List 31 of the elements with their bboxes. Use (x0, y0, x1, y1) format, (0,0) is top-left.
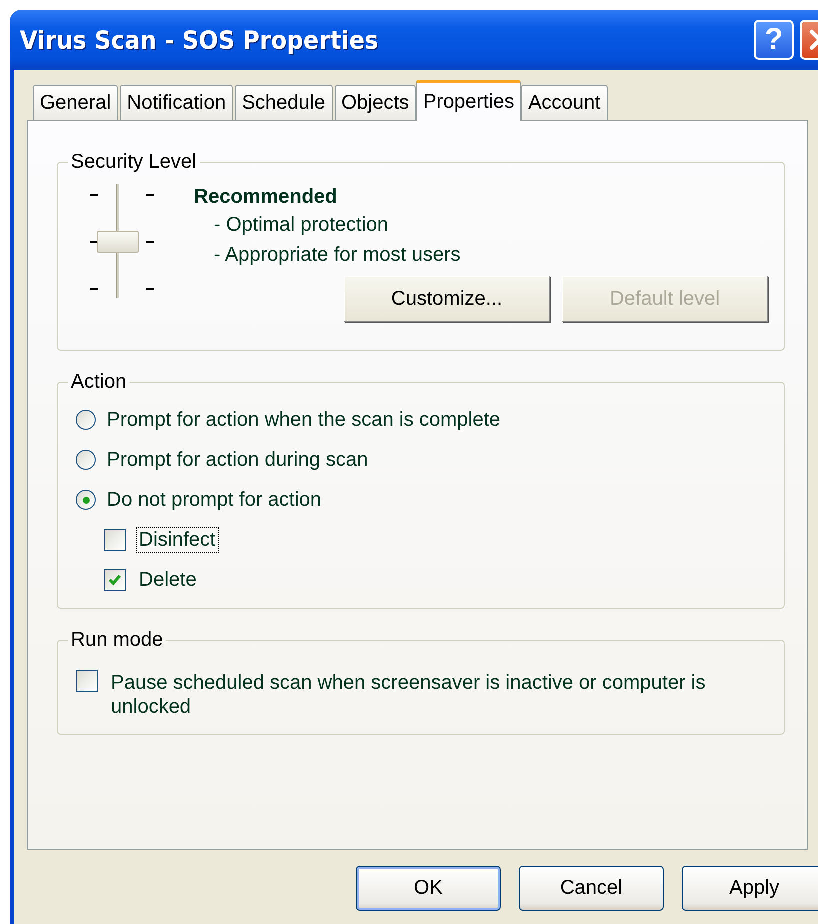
tab[interactable]: Notification (120, 85, 234, 120)
checkbox-label[interactable]: Delete (136, 567, 200, 593)
tab[interactable]: Schedule (235, 85, 332, 120)
tab[interactable]: Properties (416, 80, 522, 121)
checkbox-label[interactable]: Pause scheduled scan when screensaver is inactive or computer is unlocked (108, 670, 754, 720)
radio-button[interactable] (76, 410, 96, 430)
checkbox[interactable] (104, 529, 126, 551)
level-heading: Recommended (194, 185, 338, 210)
level-detail: - Appropriate for most users (213, 243, 462, 268)
tab[interactable]: General (33, 85, 118, 120)
tab[interactable]: Account (521, 85, 608, 120)
radio-button[interactable] (76, 490, 96, 510)
checkbox[interactable] (104, 569, 126, 591)
option-label[interactable]: Prompt for action during scan (104, 447, 372, 473)
radio-button[interactable] (76, 450, 96, 470)
checkbox[interactable] (76, 670, 98, 692)
dialog-button[interactable]: OK (356, 866, 501, 911)
option-label[interactable]: Do not prompt for action (104, 487, 325, 513)
group-title: Run mode (70, 629, 164, 652)
option-label[interactable]: Prompt for action when the scan is complete (104, 407, 504, 433)
tab[interactable]: Objects (334, 85, 416, 120)
level-button[interactable]: Customize... (344, 276, 550, 322)
slider-thumb[interactable] (97, 231, 139, 253)
level-detail: - Optimal protection (213, 213, 390, 238)
group-title: Security Level (70, 151, 198, 174)
check-icon (107, 572, 123, 588)
group-title: Action (70, 371, 128, 394)
checkbox-label[interactable]: Disinfect (136, 527, 219, 553)
dialog-button[interactable]: Cancel (519, 866, 664, 911)
window-title: Virus Scan - SOS Properties (20, 26, 380, 54)
dialog-button[interactable]: Apply (682, 866, 818, 911)
